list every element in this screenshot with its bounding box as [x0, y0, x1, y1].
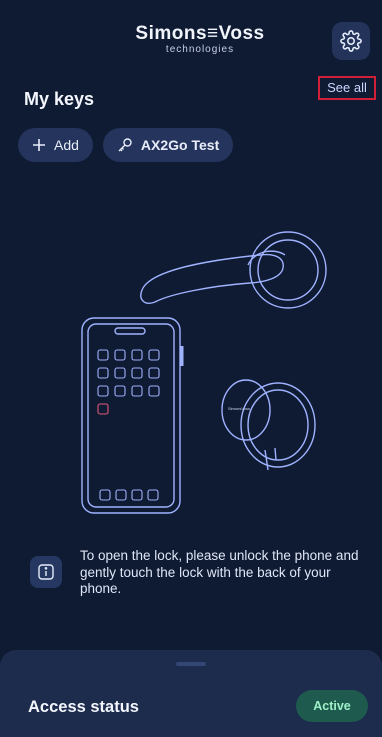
sheet-drag-handle[interactable]	[176, 662, 206, 666]
my-keys-title: My keys	[24, 89, 95, 109]
door-handle-illustration	[140, 231, 327, 309]
brand-logo: Simons≡Voss technologies	[110, 24, 290, 55]
lock-knob-illustration	[221, 379, 316, 471]
settings-button[interactable]	[332, 22, 370, 60]
access-status-title: Access status	[28, 698, 139, 716]
brand-sub: technologies	[165, 44, 235, 55]
add-key-button[interactable]: Add	[18, 128, 93, 162]
unlock-illustration	[81, 231, 327, 514]
info-icon	[30, 556, 62, 588]
access-status-sheet[interactable]: Access status Active	[0, 650, 382, 737]
key-chips: Add AX2Go Test	[18, 128, 234, 162]
status-badge: Active	[296, 690, 368, 722]
key-chip-label: AX2Go Test	[140, 137, 220, 153]
header: Simons≡Voss technologies	[0, 0, 382, 70]
unlock-instructions: To open the lock, please unlock the phon…	[30, 548, 370, 598]
add-key-label: Add	[54, 137, 79, 153]
knob-brand-label: SimonsVoss	[228, 406, 251, 411]
key-icon	[117, 137, 133, 153]
phone-illustration	[81, 317, 184, 514]
brand-main: Simons≡Voss	[135, 23, 265, 44]
app-root: Simons≡Voss technologies My keys See all…	[0, 0, 382, 737]
gear-icon	[340, 30, 362, 52]
see-all-link[interactable]: See all	[318, 76, 376, 100]
plus-icon	[32, 138, 46, 152]
key-chip-ax2go-test[interactable]: AX2Go Test	[102, 128, 234, 162]
instructions-text: To open the lock, please unlock the phon…	[80, 548, 359, 596]
